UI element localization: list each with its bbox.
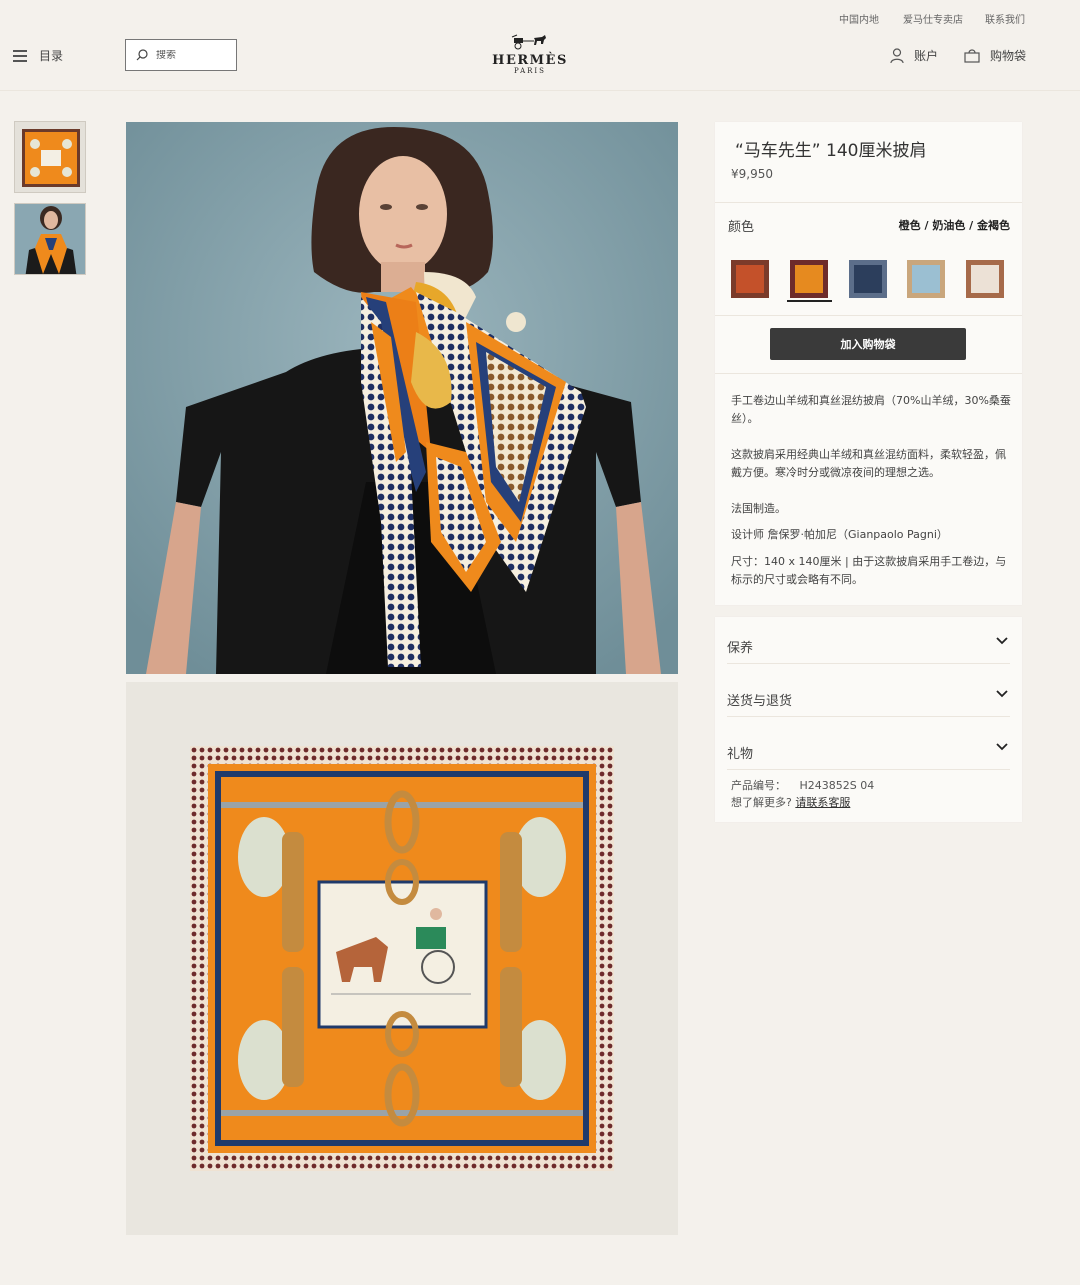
product-more-info-panel: 保养 送货与退货 礼物 产品编号： H243852S 04 想了解更多? 请联系…: [715, 617, 1022, 822]
shopping-bag-icon: [964, 48, 980, 63]
account-label: 账户: [914, 49, 939, 63]
product-info-panel: “马车先生” 140厘米披肩 ¥9,950 颜色 橙色 / 奶油色 / 金褐色 …: [715, 122, 1022, 605]
accordion-shipping-label: 送货与退货: [727, 694, 793, 709]
description-size: 尺寸：140 x 140厘米 | 由于这款披肩采用手工卷边，与标示的尺寸或会略有…: [731, 555, 1007, 586]
scarf-thumbnail-image: [22, 129, 80, 187]
color-swatch-3[interactable]: [849, 260, 887, 298]
product-code-label: 产品编号：: [731, 779, 786, 792]
accordion-gift-label: 礼物: [727, 747, 754, 762]
divider: [715, 373, 1022, 374]
search-input[interactable]: [156, 49, 226, 61]
search-icon: [136, 49, 148, 61]
accordion-gift[interactable]: 礼物: [727, 733, 1010, 770]
color-swatch-4[interactable]: [907, 260, 945, 298]
user-icon: [890, 48, 904, 63]
model-photo: [126, 122, 678, 674]
help-line: 想了解更多? 请联系客服: [731, 794, 850, 810]
add-to-bag-button[interactable]: 加入购物袋: [770, 328, 966, 360]
divider: [715, 315, 1022, 316]
chevron-down-icon: [996, 743, 1008, 751]
product-price: ¥9,950: [731, 167, 773, 181]
menu-button[interactable]: 目录: [13, 47, 63, 64]
divider: [715, 202, 1022, 203]
selected-swatch-indicator: [787, 300, 832, 302]
store-locator-link[interactable]: 爱马仕专卖店: [903, 11, 963, 26]
description-composition: 手工卷边山羊绒和真丝混纺披肩（70%山羊绒，30%桑蚕丝）。: [731, 394, 1011, 425]
logo-city: PARIS: [514, 67, 546, 75]
model-thumbnail-image: [15, 204, 85, 274]
horse-carriage-logo-icon: [511, 34, 546, 50]
description-details: 这款披肩采用经典山羊绒和真丝混纺面料，柔软轻盈，佩戴方便。寒冷时分或微凉夜间的理…: [731, 448, 1006, 479]
color-label: 颜色: [728, 220, 755, 235]
description-origin: 法国制造。: [731, 502, 786, 515]
selected-color-name: 橙色 / 奶油色 / 金褐色: [898, 219, 1010, 232]
region-link[interactable]: 中国内地: [839, 11, 879, 26]
chevron-down-icon: [996, 637, 1008, 645]
account-button[interactable]: 账户: [890, 47, 938, 64]
site-header: 中国内地 爱马仕专卖店 联系我们 目录 HERMÈS PARIS 账户: [0, 0, 1080, 91]
product-title: “马车先生” 140厘米披肩: [735, 141, 927, 161]
chevron-down-icon: [996, 690, 1008, 698]
accordion-shipping-returns[interactable]: 送货与退货: [727, 680, 1010, 717]
help-question: 想了解更多?: [731, 796, 792, 809]
thumbnail-scarf-flat[interactable]: [14, 121, 86, 193]
search-box[interactable]: [125, 39, 237, 71]
shopping-bag-label: 购物袋: [990, 49, 1027, 63]
shopping-bag-button[interactable]: 购物袋: [964, 47, 1026, 64]
hamburger-icon: [13, 50, 27, 62]
scarf-flat-photo: [126, 682, 678, 1235]
color-swatch-5[interactable]: [966, 260, 1004, 298]
scarf-flat-image: [190, 746, 614, 1171]
model-wearing-shawl-image: [126, 122, 678, 674]
thumbnail-model[interactable]: [14, 203, 86, 275]
description-designer: 设计师 詹保罗·帕加尼（Gianpaolo Pagni）: [731, 528, 948, 541]
color-swatch-2[interactable]: [790, 260, 828, 298]
product-code: 产品编号： H243852S 04: [731, 777, 874, 793]
menu-label: 目录: [39, 49, 64, 63]
color-swatch-1[interactable]: [731, 260, 769, 298]
accordion-care-label: 保养: [727, 641, 754, 656]
accordion-care[interactable]: 保养: [727, 627, 1010, 664]
contact-customer-service-link[interactable]: 请联系客服: [795, 796, 850, 809]
hermes-logo[interactable]: HERMÈS PARIS: [490, 34, 570, 76]
contact-link[interactable]: 联系我们: [985, 11, 1025, 26]
logo-brand: HERMÈS: [492, 53, 568, 68]
product-code-value: H243852S 04: [799, 779, 875, 792]
